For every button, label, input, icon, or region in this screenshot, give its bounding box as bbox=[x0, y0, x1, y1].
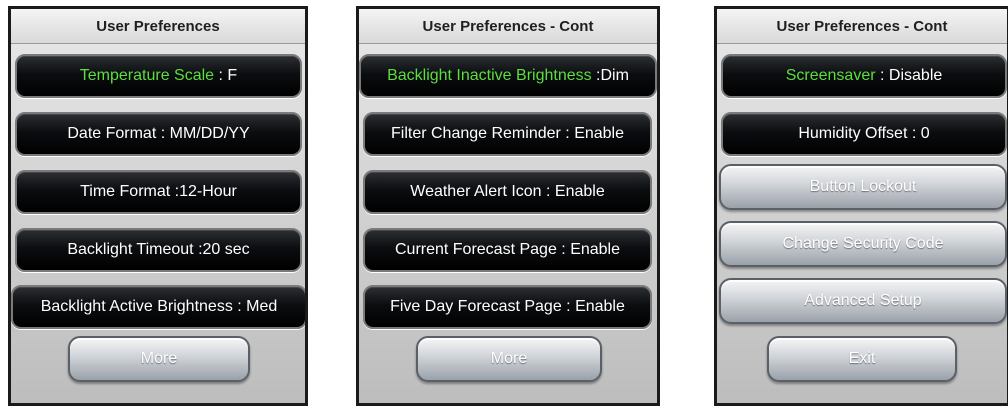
screensaver-label: Screensaver bbox=[785, 67, 876, 84]
backlight-inactive-brightness-button[interactable]: Backlight Inactive Brightness : Dim bbox=[359, 54, 657, 98]
current-forecast-page-label: Current Forecast Page bbox=[394, 241, 557, 258]
preferences-panel-1: User Preferences Temperature Scale : F D… bbox=[8, 6, 308, 406]
panel-title: User Preferences - Cont bbox=[359, 9, 657, 44]
weather-alert-icon-label: Weather Alert Icon bbox=[410, 183, 542, 200]
separator: : bbox=[556, 241, 571, 258]
filter-change-reminder-button[interactable]: Filter Change Reminder : Enable bbox=[363, 112, 652, 156]
screensaver-value: Disable bbox=[888, 67, 943, 84]
date-format-label: Date Format bbox=[67, 125, 157, 142]
time-format-label: Time Format bbox=[80, 183, 171, 200]
current-forecast-page-button[interactable]: Current Forecast Page : Enable bbox=[363, 228, 652, 272]
screensaver-button[interactable]: Screensaver : Disable bbox=[721, 54, 1007, 98]
separator: : bbox=[214, 67, 228, 84]
temperature-scale-button[interactable]: Temperature Scale : F bbox=[15, 54, 302, 98]
five-day-forecast-page-button[interactable]: Five Day Forecast Page : Enable bbox=[363, 285, 652, 329]
change-security-code-button[interactable]: Change Security Code bbox=[719, 221, 1007, 267]
more-button[interactable]: More bbox=[416, 336, 602, 382]
humidity-offset-button[interactable]: Humidity Offset : 0 bbox=[721, 112, 1007, 156]
filter-change-reminder-label: Filter Change Reminder bbox=[390, 125, 561, 142]
backlight-active-brightness-button[interactable]: Backlight Active Brightness : Med bbox=[11, 285, 305, 329]
separator: : bbox=[591, 67, 601, 84]
exit-button[interactable]: Exit bbox=[767, 336, 957, 382]
temperature-scale-label: Temperature Scale bbox=[79, 67, 215, 84]
more-button[interactable]: More bbox=[68, 336, 250, 382]
date-format-button[interactable]: Date Format : MM/DD/YY bbox=[15, 112, 302, 156]
separator: : bbox=[232, 298, 247, 315]
weather-alert-icon-button[interactable]: Weather Alert Icon : Enable bbox=[363, 170, 652, 214]
preferences-panel-2: User Preferences - Cont Backlight Inacti… bbox=[356, 6, 660, 406]
separator: : bbox=[875, 67, 889, 84]
backlight-inactive-brightness-label: Backlight Inactive Brightness bbox=[387, 67, 592, 84]
backlight-active-brightness-value: Med bbox=[246, 298, 278, 315]
time-format-button[interactable]: Time Format :12-Hour bbox=[15, 170, 302, 214]
backlight-timeout-label: Backlight Timeout bbox=[67, 241, 194, 258]
backlight-inactive-brightness-value: Dim bbox=[600, 67, 629, 84]
five-day-forecast-page-value: Enable bbox=[575, 298, 625, 315]
backlight-active-brightness-label: Backlight Active Brightness bbox=[40, 298, 233, 315]
backlight-timeout-button[interactable]: Backlight Timeout :20 sec bbox=[15, 228, 302, 272]
humidity-offset-label: Humidity Offset bbox=[798, 125, 908, 142]
separator: : bbox=[561, 298, 576, 315]
panel-title: User Preferences bbox=[11, 9, 305, 44]
humidity-offset-value: 0 bbox=[920, 125, 930, 142]
temperature-scale-value: F bbox=[227, 67, 238, 84]
separator: : bbox=[907, 125, 921, 142]
separator: : bbox=[170, 183, 180, 200]
filter-change-reminder-value: Enable bbox=[574, 125, 625, 142]
button-lockout-button[interactable]: Button Lockout bbox=[719, 164, 1007, 210]
current-forecast-page-value: Enable bbox=[570, 241, 621, 258]
separator: : bbox=[541, 183, 555, 200]
advanced-setup-button[interactable]: Advanced Setup bbox=[719, 278, 1007, 324]
panel-title: User Preferences - Cont bbox=[717, 9, 1007, 44]
five-day-forecast-page-label: Five Day Forecast Page bbox=[390, 298, 562, 315]
backlight-timeout-value: 20 sec bbox=[202, 241, 250, 258]
separator: : bbox=[156, 125, 170, 142]
time-format-value: 12-Hour bbox=[179, 183, 237, 200]
separator: : bbox=[193, 241, 203, 258]
separator: : bbox=[560, 125, 575, 142]
weather-alert-icon-value: Enable bbox=[554, 183, 605, 200]
preferences-panel-3: User Preferences - Cont Screensaver : Di… bbox=[714, 6, 1008, 406]
date-format-value: MM/DD/YY bbox=[169, 125, 250, 142]
